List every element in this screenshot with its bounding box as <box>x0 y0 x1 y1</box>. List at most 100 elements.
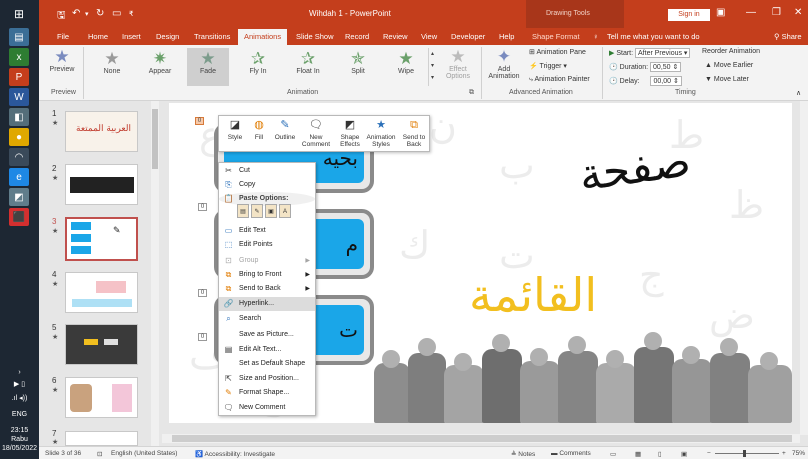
gallery-scroll[interactable]: ▴ ▾ ▾ <box>428 48 436 86</box>
animation-none[interactable]: ★ None <box>95 50 129 76</box>
spellcheck-icon[interactable]: ⊡ <box>97 450 102 458</box>
restore-icon[interactable]: ❐ <box>772 7 781 18</box>
slide-thumbnail-5[interactable] <box>65 324 138 365</box>
undo-dropdown-icon[interactable]: ▾ <box>85 10 89 18</box>
animation-order-tag[interactable]: 0 <box>198 333 207 341</box>
zoom-slider-knob[interactable] <box>743 450 746 457</box>
mini-animation-styles-button[interactable]: ★ Animation Styles <box>365 119 397 148</box>
menu-set-default-shape[interactable]: Set as Default Shape <box>219 357 315 371</box>
duration-input[interactable]: 00,50 ⇕ <box>650 62 682 72</box>
powerpoint-icon[interactable]: P <box>9 68 29 86</box>
app-icon[interactable]: ◩ <box>9 188 29 206</box>
mini-new-comment-button[interactable]: 🗨 New Comment <box>301 119 331 148</box>
app-icon[interactable]: ◧ <box>9 108 29 126</box>
slide-show-icon[interactable]: ▣ <box>681 450 687 458</box>
menu-size-position[interactable]: ⇱ Size and Position... <box>219 372 315 386</box>
reading-view-icon[interactable]: ▯ <box>658 450 662 458</box>
zoom-slider[interactable] <box>715 453 779 454</box>
menu-edit-points[interactable]: ⬚ Edit Points <box>219 238 315 252</box>
tray-chevron-icon[interactable]: › <box>0 368 39 377</box>
tab-design[interactable]: Design <box>156 32 179 41</box>
menu-format-shape[interactable]: ✎ Format Shape... <box>219 386 315 400</box>
undo-icon[interactable]: ↶ <box>72 8 80 19</box>
share-button[interactable]: ⚲ Share <box>774 32 802 41</box>
preview-button[interactable]: ★ Preview <box>47 48 77 74</box>
language-indicator[interactable]: ENG <box>0 410 39 419</box>
menu-bring-to-front[interactable]: ⧉ Bring to Front ▶ <box>219 268 315 282</box>
network-volume-icon[interactable]: .ıl ◂)) <box>0 394 39 403</box>
paste-use-destination-theme-icon[interactable]: ▤ <box>237 204 249 218</box>
animation-order-tag[interactable]: 0 <box>195 117 204 125</box>
ribbon-display-icon[interactable]: ▣ <box>716 7 725 18</box>
add-animation-button[interactable]: ✦ Add Animation <box>484 48 524 81</box>
zoom-level[interactable]: 75% <box>792 450 805 457</box>
zoom-out-icon[interactable]: − <box>707 450 711 457</box>
customize-qat-icon[interactable]: ₹ <box>129 10 133 18</box>
tab-slide-show[interactable]: Slide Show <box>296 32 334 41</box>
animation-painter-button[interactable]: ⤷ Animation Painter <box>529 76 590 84</box>
windows-start-icon[interactable]: ⊞ <box>9 5 29 23</box>
tab-view[interactable]: View <box>421 32 437 41</box>
pdf-icon[interactable]: ⬛ <box>9 208 29 226</box>
menu-save-as-picture[interactable]: Save as Picture... <box>219 328 315 342</box>
animation-fade[interactable]: ★ Fade <box>187 48 229 86</box>
animation-order-tag[interactable]: 0 <box>198 289 207 297</box>
thumbnail-scroll-thumb[interactable] <box>152 109 158 169</box>
close-icon[interactable]: ✕ <box>794 7 802 18</box>
tab-shape-format[interactable]: Shape Format <box>532 32 580 41</box>
collapse-ribbon-icon[interactable]: ∧ <box>796 89 801 97</box>
tab-home[interactable]: Home <box>88 32 108 41</box>
tab-record[interactable]: Record <box>345 32 369 41</box>
delay-input[interactable]: 00,00 ⇕ <box>650 76 682 86</box>
slide-thumbnail-3-selected[interactable]: ✎ <box>65 217 138 261</box>
redo-icon[interactable]: ↻ <box>96 8 104 19</box>
slide-vertical-scrollbar[interactable] <box>800 101 808 435</box>
dialog-launcher-icon[interactable]: ⧉ <box>469 89 474 97</box>
slide-horizontal-scrollbar[interactable] <box>162 434 800 443</box>
tab-help[interactable]: Help <box>499 32 514 41</box>
zoom-in-icon[interactable]: + <box>782 450 786 457</box>
animation-order-tag[interactable]: 0 <box>198 203 207 211</box>
slide-thumbnail-2[interactable] <box>65 164 138 205</box>
edge-icon[interactable]: e <box>9 168 29 186</box>
slide-thumbnail-6[interactable] <box>65 377 138 418</box>
menu-edit-text[interactable]: ▭ Edit Text <box>219 224 315 238</box>
app-icon[interactable]: ◠ <box>9 148 29 166</box>
menu-hyperlink[interactable]: 🔗 Hyperlink... <box>219 297 315 311</box>
slide-title-gold[interactable]: القائمة <box>469 268 597 322</box>
animation-appear[interactable]: ✷ Appear <box>139 50 181 76</box>
sign-in-button[interactable]: Sign in <box>668 9 710 21</box>
start-select[interactable]: After Previous ▾ <box>635 48 691 58</box>
animation-pane-button[interactable]: ⊞ Animation Pane <box>529 48 586 56</box>
crowd-photo[interactable] <box>374 328 792 423</box>
normal-view-icon[interactable]: ▭ <box>610 450 616 458</box>
paste-keep-text-only-icon[interactable]: A <box>279 204 291 218</box>
paste-picture-icon[interactable]: ▣ <box>265 204 277 218</box>
slide-thumbnail-1[interactable]: العربية الممتعة <box>65 111 138 152</box>
tab-transitions[interactable]: Transitions <box>194 32 230 41</box>
menu-group[interactable]: ⊡ Group ▶ <box>219 254 315 268</box>
tab-file[interactable]: File <box>57 32 69 41</box>
animation-fly-in[interactable]: ✰ Fly In <box>237 50 279 76</box>
move-later-button[interactable]: ▼ Move Later <box>705 76 749 83</box>
menu-cut[interactable]: ✂ Cut <box>219 164 315 178</box>
animation-split[interactable]: ✯ Split <box>337 50 379 76</box>
animation-wipe[interactable]: ★ Wipe <box>385 50 427 76</box>
word-icon[interactable]: W <box>9 88 29 106</box>
slideshow-icon[interactable]: ▭ <box>112 8 121 19</box>
trigger-button[interactable]: ⚡ Trigger ▾ <box>529 62 567 70</box>
minimize-icon[interactable]: — <box>746 7 756 18</box>
slide-counter[interactable]: Slide 3 of 36 <box>45 450 81 457</box>
horizontal-scroll-thumb[interactable] <box>172 435 792 442</box>
accessibility-status[interactable]: ♿ Accessibility: Investigate <box>195 450 275 458</box>
clock-time[interactable]: 23:15 <box>0 426 39 435</box>
slide-thumbnail-7[interactable] <box>65 431 138 446</box>
menu-search[interactable]: ⌕ Search <box>219 312 315 326</box>
slide-thumbnail-4[interactable] <box>65 272 138 313</box>
chrome-icon[interactable]: ● <box>9 128 29 146</box>
mini-style-button[interactable]: ◪ Style <box>223 119 247 141</box>
tab-animations[interactable]: Animations <box>238 29 288 45</box>
menu-copy[interactable]: ⎘ Copy <box>219 178 315 192</box>
tell-me-search[interactable]: Tell me what you want to do <box>607 32 700 41</box>
comments-button[interactable]: ▬ Comments <box>551 450 591 457</box>
